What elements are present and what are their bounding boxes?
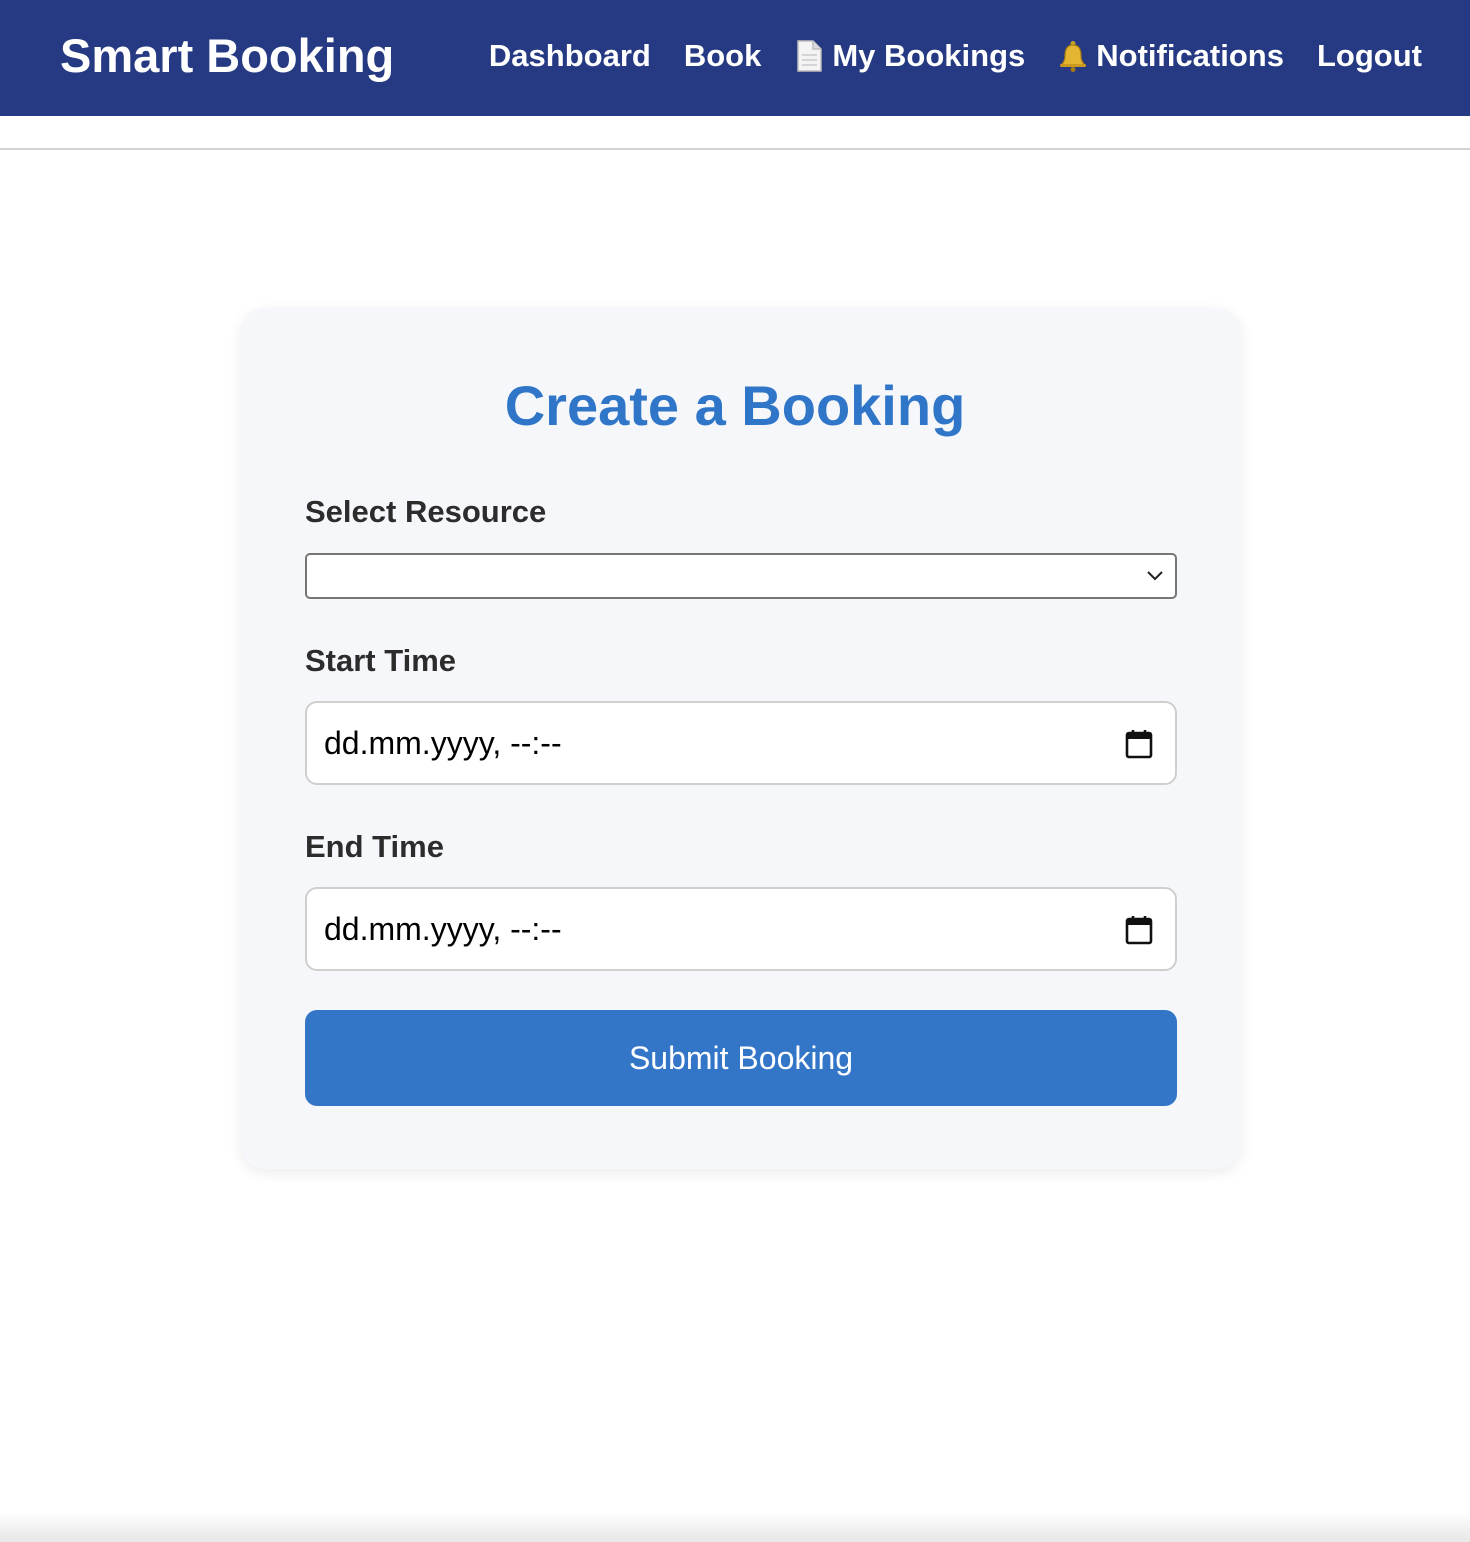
nav-item-book-label: Book bbox=[683, 38, 762, 73]
start-time-value: dd.mm.yyyy, --:-- bbox=[324, 725, 562, 761]
header-divider bbox=[0, 148, 1470, 150]
form-title: Create a Booking bbox=[504, 374, 966, 437]
nav-item-dashboard-label: Dashboard bbox=[488, 38, 651, 73]
nav-item-my-bookings-label: My Bookings bbox=[832, 38, 1026, 73]
nav-item-dashboard[interactable]: Dashboard bbox=[489, 36, 651, 76]
chevron-down-icon bbox=[1147, 571, 1163, 581]
nav-item-book[interactable]: Book bbox=[684, 36, 762, 76]
nav-item-logout[interactable]: Logout bbox=[1317, 36, 1422, 76]
document-icon bbox=[794, 39, 824, 73]
bottom-edge-shadow bbox=[0, 1512, 1470, 1542]
calendar-icon[interactable] bbox=[1125, 915, 1153, 945]
nav-item-my-bookings[interactable]: My Bookings bbox=[794, 36, 1025, 76]
resource-select[interactable] bbox=[305, 553, 1177, 599]
end-time-input[interactable]: dd.mm.yyyy, --:-- bbox=[305, 887, 1177, 971]
nav-item-notifications-label: Notifications bbox=[1096, 38, 1284, 73]
bell-icon bbox=[1058, 39, 1088, 73]
start-time-input[interactable]: dd.mm.yyyy, --:-- bbox=[305, 701, 1177, 785]
top-navbar: Smart Booking Dashboard Book My Bookings bbox=[0, 0, 1470, 116]
end-time-value: dd.mm.yyyy, --:-- bbox=[324, 911, 562, 947]
brand-title[interactable]: Smart Booking bbox=[60, 28, 394, 84]
nav-links: Dashboard Book My Bookings Notifications… bbox=[489, 36, 1422, 76]
nav-item-notifications[interactable]: Notifications bbox=[1058, 36, 1284, 76]
resource-label: Select Resource bbox=[305, 494, 547, 529]
nav-item-logout-label: Logout bbox=[1316, 38, 1422, 73]
start-time-label: Start Time bbox=[305, 643, 457, 678]
end-time-label: End Time bbox=[305, 829, 444, 864]
submit-booking-button[interactable]: Submit Booking bbox=[305, 1010, 1177, 1106]
calendar-icon[interactable] bbox=[1125, 729, 1153, 759]
